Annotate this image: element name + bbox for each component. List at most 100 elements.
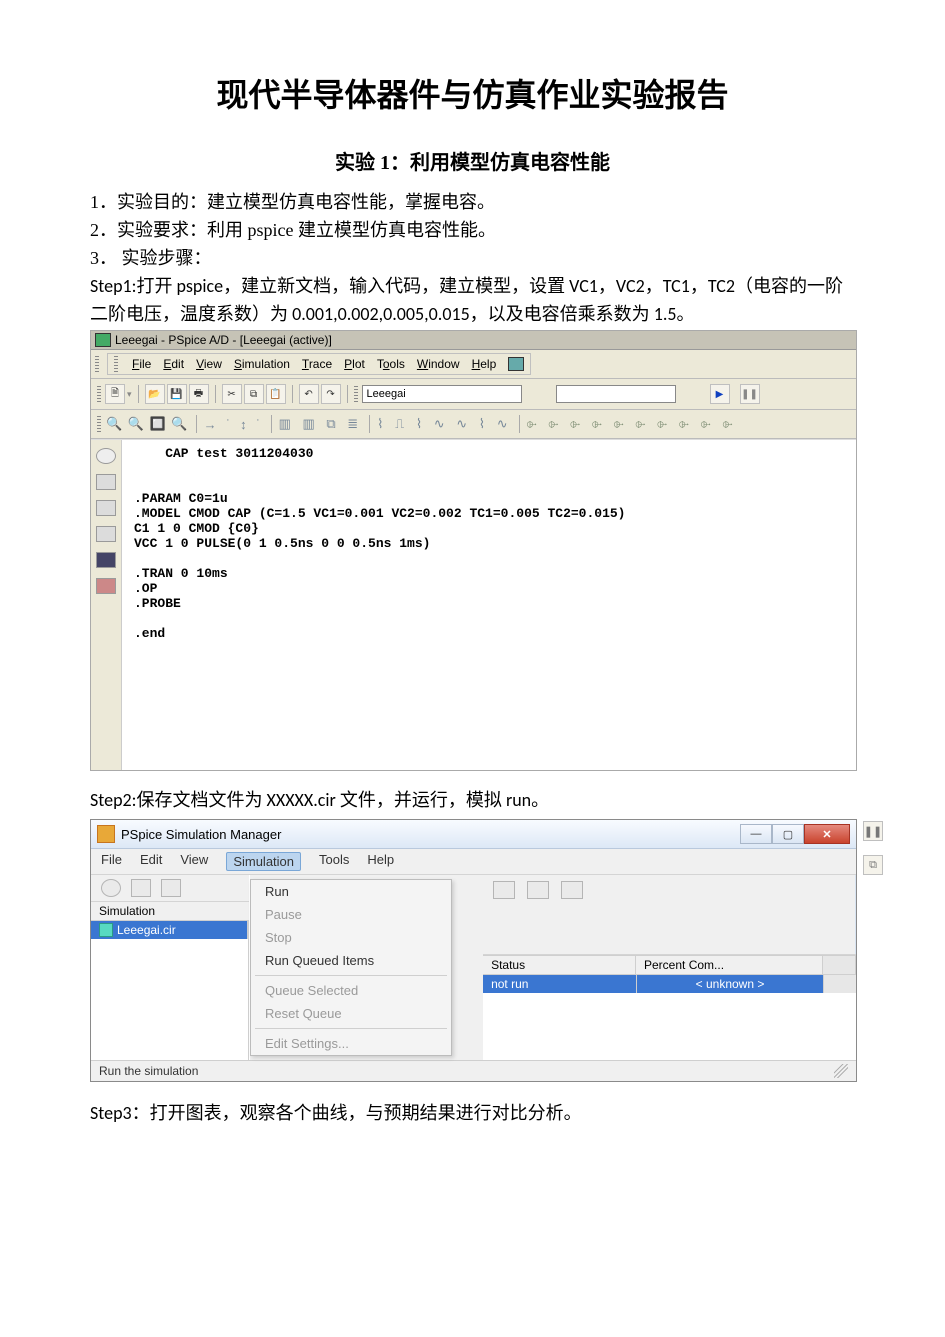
open-button[interactable]: 📂 <box>145 384 165 404</box>
copy-button[interactable]: ⧉ <box>244 384 264 404</box>
toolbar-grip-icon <box>97 386 101 402</box>
file-icon <box>99 923 113 937</box>
col-simulation[interactable]: Simulation <box>91 902 255 921</box>
zoom-tools-icon[interactable]: 🔍 🔍 🔲 🔍 <box>106 416 189 432</box>
rtool-icon-1[interactable] <box>493 881 515 899</box>
pspice-menubar: File Edit View Simulation Trace Plot Too… <box>91 350 856 379</box>
row-status[interactable]: not run <box>483 975 637 993</box>
col-scroll <box>823 955 856 975</box>
simmgr-title: PSpice Simulation Manager <box>121 827 281 842</box>
marker-tools-icon[interactable]: ⌱ ⌱ ⌱ ⌱ ⌱ ⌱ ⌱ ⌱ ⌱ ⌱ <box>527 416 737 432</box>
simmgr-menu-simulation[interactable]: Simulation <box>226 852 301 871</box>
menu-tools[interactable]: Tools <box>377 357 405 371</box>
pspice-toolbar-1: 🗎 ▾ 📂 💾 🖶 ✂ ⧉ 📋 ↶ ↷ ▶ ❚❚ <box>91 379 856 410</box>
rtool-icon-3[interactable] <box>561 881 583 899</box>
toolbar-grip-icon <box>114 356 118 372</box>
redo-button[interactable]: ↷ <box>321 384 341 404</box>
save-button[interactable]: 💾 <box>167 384 187 404</box>
dropdown-reset-queue[interactable]: Reset Queue <box>251 1002 451 1025</box>
col-percent[interactable]: Percent Com... <box>636 955 823 975</box>
simmgr-menu-file[interactable]: File <box>101 852 122 871</box>
dropdown-run[interactable]: Run <box>251 880 451 903</box>
paragraph-3: 3． 实验步骤： <box>90 245 855 273</box>
print-button[interactable]: 🖶 <box>189 384 209 404</box>
undo-button[interactable]: ↶ <box>299 384 319 404</box>
simmgr-app-icon <box>97 825 115 843</box>
menu-help[interactable]: Help <box>472 357 497 371</box>
background-window-fragment: ❚❚ ⧉ <box>863 821 883 875</box>
paragraph-1: 1．实验目的：建立模型仿真电容性能，掌握电容。 <box>90 189 855 217</box>
pspice-window-title: Leeegai - PSpice A/D - [Leeegai (active)… <box>115 333 332 347</box>
new-doc-button[interactable]: 🗎 <box>105 384 125 404</box>
menu-trace[interactable]: Trace <box>302 357 332 371</box>
statusbar-text: Run the simulation <box>99 1064 198 1078</box>
rtool-icon-2[interactable] <box>527 881 549 899</box>
step2-text: Step2:保存文档文件为 XXXXX.cir 文件，并运行，模拟 run。 <box>90 787 855 815</box>
secondary-combo[interactable] <box>556 385 676 403</box>
doc-subtitle: 实验 1：利用模型仿真电容性能 <box>90 146 855 175</box>
menu-plot[interactable]: Plot <box>344 357 365 371</box>
pspice-sidebar <box>91 440 122 770</box>
trace-tools-icon[interactable]: ⌇ ⎍ ⌇ ∿ ∿ ⌇ ∿ <box>377 416 512 432</box>
run-button[interactable]: ▶ <box>710 384 730 404</box>
sidebar-icon-1[interactable] <box>96 448 116 464</box>
dropdown-queue-selected[interactable]: Queue Selected <box>251 979 451 1002</box>
row-file-label: Leeegai.cir <box>117 923 176 937</box>
step1-text: Step1:打开 pspice，建立新文档，输入代码，建立模型，设置 VC1，V… <box>90 273 855 329</box>
bg-misc-icon: ⧉ <box>863 855 883 875</box>
simmgr-menu-tools[interactable]: Tools <box>319 852 349 871</box>
maximize-button[interactable]: ▢ <box>772 824 804 844</box>
simulation-dropdown: Run Pause Stop Run Queued Items Queue Se… <box>250 879 452 1056</box>
tool-icon-3[interactable] <box>161 879 181 897</box>
menu-edit[interactable]: Edit <box>163 357 184 371</box>
col-status[interactable]: Status <box>483 955 636 975</box>
toolbar-grip-icon <box>354 386 358 402</box>
doc-title: 现代半导体器件与仿真作业实验报告 <box>90 70 855 116</box>
toolbar-grip-icon <box>97 416 101 432</box>
sidebar-icon-4[interactable] <box>96 526 116 542</box>
sidebar-icon-2[interactable] <box>96 474 116 490</box>
row-scroll <box>824 975 856 993</box>
profile-combo[interactable] <box>362 385 522 403</box>
sidebar-icon-3[interactable] <box>96 500 116 516</box>
pause-button[interactable]: ❚❚ <box>740 384 760 404</box>
menu-end-icon <box>508 357 524 371</box>
simmgr-window: PSpice Simulation Manager ― ▢ ✕ File Edi… <box>90 819 857 1082</box>
paste-button[interactable]: 📋 <box>266 384 286 404</box>
simmgr-menubar: File Edit View Simulation Tools Help <box>91 849 856 875</box>
row-file[interactable]: Leeegai.cir <box>91 921 248 939</box>
tool-icon-1[interactable] <box>101 879 121 897</box>
dropdown-edit-settings[interactable]: Edit Settings... <box>251 1032 451 1055</box>
pspice-titlebar: Leeegai - PSpice A/D - [Leeegai (active)… <box>91 331 856 350</box>
simmgr-menu-view[interactable]: View <box>180 852 208 871</box>
sidebar-icon-6[interactable] <box>96 578 116 594</box>
row-percent[interactable]: < unknown > <box>637 975 824 993</box>
sidebar-icon-5[interactable] <box>96 552 116 568</box>
simmgr-statusbar: Run the simulation <box>91 1060 856 1081</box>
dropdown-run-queued[interactable]: Run Queued Items <box>251 949 451 972</box>
toolbar-grip-icon <box>95 356 99 372</box>
step3-text: Step3：打开图表，观察各个曲线，与预期结果进行对比分析。 <box>90 1100 855 1128</box>
minimize-button[interactable]: ― <box>740 824 772 844</box>
dropdown-stop[interactable]: Stop <box>251 926 451 949</box>
plot-tools-icon[interactable]: ▥ ▥ ⧉ ≣ <box>279 416 363 432</box>
resize-grip-icon[interactable] <box>834 1064 848 1078</box>
bg-pause-icon: ❚❚ <box>863 821 883 841</box>
tool-icon-2[interactable] <box>131 879 151 897</box>
pspice-toolbar-2: 🔍 🔍 🔲 🔍 → ˙ ↕ ˙ ▥ ▥ ⧉ ≣ ⌇ ⎍ ⌇ ∿ ∿ ⌇ ∿ ⌱ … <box>91 410 856 439</box>
close-button[interactable]: ✕ <box>804 824 850 844</box>
pspice-window: Leeegai - PSpice A/D - [Leeegai (active)… <box>90 330 857 771</box>
simmgr-titlebar: PSpice Simulation Manager ― ▢ ✕ <box>91 820 856 849</box>
menu-window[interactable]: Window <box>417 357 460 371</box>
menu-file[interactable]: File <box>132 357 151 371</box>
code-editor[interactable]: CAP test 3011204030 .PARAM C0=1u .MODEL … <box>122 440 856 770</box>
cut-button[interactable]: ✂ <box>222 384 242 404</box>
menu-view[interactable]: View <box>196 357 222 371</box>
dropdown-pause[interactable]: Pause <box>251 903 451 926</box>
pspice-app-icon <box>95 333 111 347</box>
nav-tools-icon[interactable]: → ˙ ↕ ˙ <box>204 417 264 432</box>
paragraph-2: 2．实验要求：利用 pspice 建立模型仿真电容性能。 <box>90 217 855 245</box>
menu-simulation[interactable]: Simulation <box>234 357 290 371</box>
simmgr-menu-edit[interactable]: Edit <box>140 852 162 871</box>
simmgr-menu-help[interactable]: Help <box>367 852 394 871</box>
